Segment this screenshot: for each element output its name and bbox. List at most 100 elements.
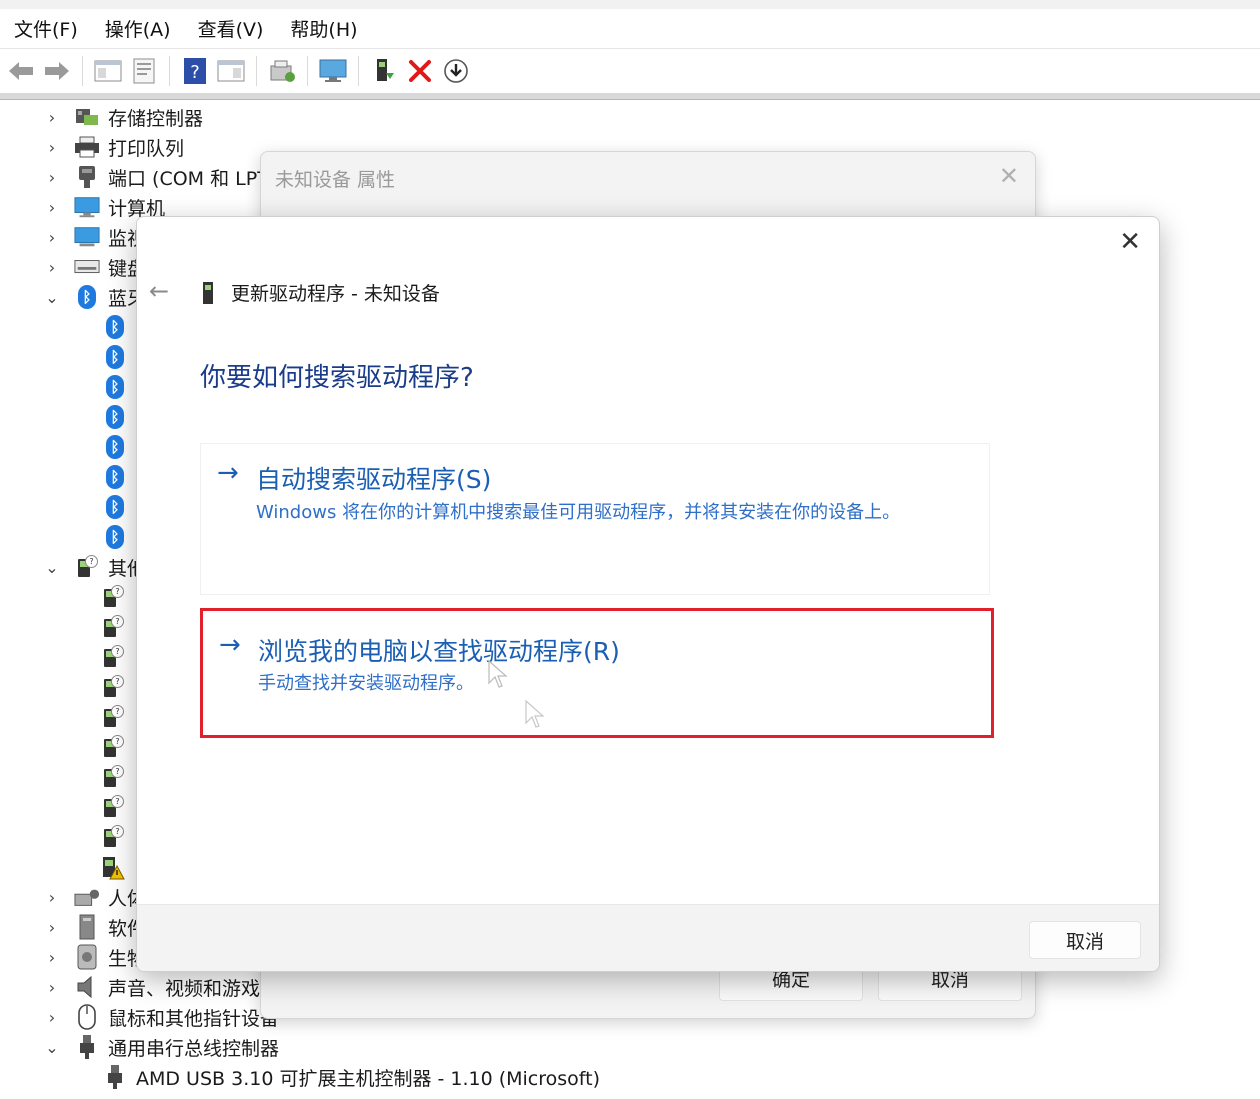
toolbar-separator	[169, 56, 170, 86]
bluetooth-device[interactable]: ᛒ	[102, 342, 136, 372]
bluetooth-icon: ᛒ	[74, 284, 100, 310]
chevron-down-icon[interactable]: ⌄	[44, 288, 60, 307]
mouse-pointer-icon	[488, 659, 508, 688]
show-hide-tree-icon[interactable]	[93, 56, 123, 86]
bluetooth-icon: ᛒ	[102, 344, 128, 370]
bluetooth-icon: ᛒ	[102, 314, 128, 340]
tree-item-label: AMD USB 3.10 可扩展主机控制器 - 1.10 (Microsoft)	[136, 1067, 601, 1090]
uninstall-icon[interactable]	[405, 56, 435, 86]
menu-file[interactable]: 文件(F)	[14, 15, 78, 42]
chevron-right-icon[interactable]: ›	[44, 918, 60, 937]
chevron-right-icon[interactable]: ›	[44, 228, 60, 247]
unknown-device-warning[interactable]	[100, 852, 134, 882]
arrow-right-icon: →	[219, 630, 241, 660]
tree-item-other-devices[interactable]: ⌄ ? 其他	[44, 552, 146, 582]
unknown-device[interactable]: ?	[100, 612, 134, 642]
menu-action[interactable]: 操作(A)	[105, 15, 171, 42]
bluetooth-device[interactable]: ᛒ	[102, 462, 136, 492]
bluetooth-icon: ᛒ	[102, 434, 128, 460]
tree-item-biometric[interactable]: › 生物	[44, 942, 146, 972]
chevron-down-icon[interactable]: ⌄	[44, 1038, 60, 1057]
bluetooth-device[interactable]: ᛒ	[102, 402, 136, 432]
unknown-device-icon: ?	[100, 824, 126, 850]
tree-item-label: 打印队列	[108, 137, 185, 160]
menu-bar: 文件(F) 操作(A) 查看(V) 帮助(H)	[0, 0, 1260, 49]
chevron-down-icon[interactable]: ⌄	[44, 558, 60, 577]
chevron-right-icon[interactable]: ›	[44, 948, 60, 967]
device-icon	[203, 281, 213, 304]
action-pane-icon[interactable]	[216, 56, 246, 86]
forward-icon[interactable]	[42, 56, 72, 86]
help-icon[interactable]: ?	[180, 56, 210, 86]
bluetooth-device[interactable]: ᛒ	[102, 432, 136, 462]
biometric-icon	[74, 944, 100, 970]
scan-hardware-icon[interactable]	[267, 56, 297, 86]
tree-item-keyboards[interactable]: › 键盘	[44, 252, 146, 282]
tree-item-usb-controllers[interactable]: ⌄ 通用串行总线控制器	[44, 1032, 279, 1062]
tree-item-monitors[interactable]: › 监视	[44, 222, 146, 252]
usb-icon	[74, 1034, 100, 1060]
tree-item-label: 鼠标和其他指针设备	[108, 1007, 280, 1030]
port-icon	[74, 164, 100, 190]
auto-search-option[interactable]: → 自动搜索驱动程序(S) Windows 将在你的计算机中搜索最佳可用驱动程序…	[200, 443, 990, 595]
browse-computer-option[interactable]: → 浏览我的电脑以查找驱动程序(R) 手动查找并安装驱动程序。	[200, 608, 994, 738]
unknown-device[interactable]: ?	[100, 642, 134, 672]
bluetooth-device[interactable]: ᛒ	[102, 522, 136, 552]
wizard-footer: 取消	[137, 904, 1159, 971]
toolbar-separator	[256, 56, 257, 86]
chevron-right-icon[interactable]: ›	[44, 168, 60, 187]
back-icon[interactable]	[6, 56, 36, 86]
tree-item-print-queues[interactable]: › 打印队列	[44, 132, 184, 162]
tree-item-mice[interactable]: › 鼠标和其他指针设备	[44, 1002, 279, 1032]
unknown-device[interactable]: ?	[100, 822, 134, 852]
monitor-icon[interactable]	[318, 56, 348, 86]
close-icon[interactable]: ✕	[999, 162, 1019, 190]
tree-item-label: 通用串行总线控制器	[108, 1037, 280, 1060]
chevron-right-icon[interactable]: ›	[44, 978, 60, 997]
tree-item-hid[interactable]: › 人体	[44, 882, 146, 912]
tree-item-bluetooth[interactable]: ⌄ ᛒ 蓝牙	[44, 282, 146, 312]
mouse-pointer-icon	[525, 699, 545, 728]
download-icon[interactable]	[441, 56, 471, 86]
computer-icon	[74, 194, 100, 220]
chevron-right-icon[interactable]: ›	[44, 138, 60, 157]
usb-icon	[102, 1064, 128, 1090]
chevron-right-icon[interactable]: ›	[44, 888, 60, 907]
unknown-device[interactable]: ?	[100, 732, 134, 762]
unknown-device[interactable]: ?	[100, 582, 134, 612]
unknown-device[interactable]: ?	[100, 702, 134, 732]
bluetooth-device[interactable]: ᛒ	[102, 492, 136, 522]
auto-search-description: Windows 将在你的计算机中搜索最佳可用驱动程序，并将其安装在你的设备上。	[256, 502, 901, 523]
bluetooth-device[interactable]: ᛒ	[102, 312, 136, 342]
back-arrow-icon[interactable]: ←	[149, 277, 169, 305]
tree-item-ports[interactable]: › 端口 (COM 和 LPT	[44, 162, 269, 192]
chevron-right-icon[interactable]: ›	[44, 108, 60, 127]
unknown-device-icon: ?	[100, 674, 126, 700]
bluetooth-device[interactable]: ᛒ	[102, 372, 136, 402]
printer-icon	[74, 134, 100, 160]
menu-view[interactable]: 查看(V)	[198, 15, 264, 42]
chevron-right-icon[interactable]: ›	[44, 1008, 60, 1027]
chevron-right-icon[interactable]: ›	[44, 198, 60, 217]
mouse-icon	[74, 1004, 100, 1030]
properties-dialog-title: 未知设备 属性	[275, 169, 396, 191]
close-icon[interactable]: ✕	[1119, 227, 1141, 257]
bluetooth-icon: ᛒ	[102, 404, 128, 430]
browse-computer-description: 手动查找并安装驱动程序。	[258, 673, 474, 694]
tree-item-usb-host-controller[interactable]: AMD USB 3.10 可扩展主机控制器 - 1.10 (Microsoft)	[102, 1062, 600, 1092]
tree-item-software[interactable]: › 软件	[44, 912, 146, 942]
chevron-right-icon[interactable]: ›	[44, 258, 60, 277]
monitor-icon	[74, 224, 100, 250]
unknown-device[interactable]: ?	[100, 672, 134, 702]
update-driver-icon[interactable]	[369, 56, 399, 86]
tree-item-storage-controllers[interactable]: › 存储控制器	[44, 102, 203, 132]
tree-item-label: 端口 (COM 和 LPT	[108, 167, 269, 190]
bluetooth-icon: ᛒ	[102, 374, 128, 400]
unknown-device[interactable]: ?	[100, 792, 134, 822]
cancel-button[interactable]: 取消	[1029, 921, 1141, 959]
properties-icon[interactable]	[129, 56, 159, 86]
warning-device-icon	[100, 854, 126, 880]
tree-item-sound[interactable]: › 声音、视频和游戏	[44, 972, 260, 1002]
menu-help[interactable]: 帮助(H)	[290, 15, 357, 42]
unknown-device[interactable]: ?	[100, 762, 134, 792]
